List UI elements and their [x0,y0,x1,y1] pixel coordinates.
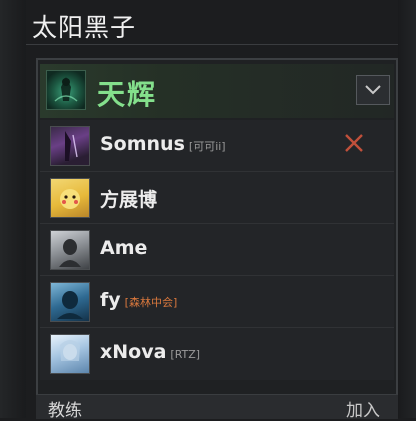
coach-label: 教练 [48,401,82,421]
player-name[interactable]: Somnus [可可ii] [100,133,226,155]
player-name[interactable]: xNova [RTZ] [100,341,200,363]
background-left [0,0,26,418]
avatar [50,282,90,322]
player-slot-3[interactable]: Ame [40,224,394,276]
player-name-text: 方展博 [100,189,158,211]
player-name[interactable]: 方展博 [100,185,157,212]
player-name[interactable]: fy [森林中会] [100,289,177,311]
player-tag: [可可ii] [188,140,226,153]
avatar [50,334,90,374]
team-panel: 天辉 Somnus [可可ii] 方展博 Ame fy [森林中会] xNova… [36,58,398,418]
avatar [50,230,90,270]
player-name-text: fy [100,289,121,311]
player-name[interactable]: Ame [100,237,147,259]
player-name-text: Somnus [100,133,185,155]
player-name-text: xNova [100,341,167,363]
avatar [50,178,90,218]
player-slot-2[interactable]: 方展博 [40,172,394,224]
team-header: 天辉 [40,64,394,118]
player-tag: [森林中会] [124,296,178,309]
collapse-button[interactable] [356,75,390,105]
title-divider [26,44,398,45]
chevron-down-icon [365,85,381,95]
player-name-text: Ame [100,237,148,259]
player-slot-5[interactable]: xNova [RTZ] [40,328,394,380]
close-icon [345,134,363,152]
team-emblem-icon [46,70,86,110]
join-coach-button[interactable]: 加入 [346,396,380,421]
player-tag: [RTZ] [170,348,201,361]
kick-button[interactable] [342,131,366,155]
avatar [50,126,90,166]
player-slot-4[interactable]: fy [森林中会] [40,276,394,328]
team-name: 天辉 [97,78,158,111]
coach-bar: 教练 加入 [36,394,398,421]
background-right [398,0,416,418]
player-slot-1[interactable]: Somnus [可可ii] [40,120,394,172]
lobby-title: 太阳黑子 [32,13,137,42]
